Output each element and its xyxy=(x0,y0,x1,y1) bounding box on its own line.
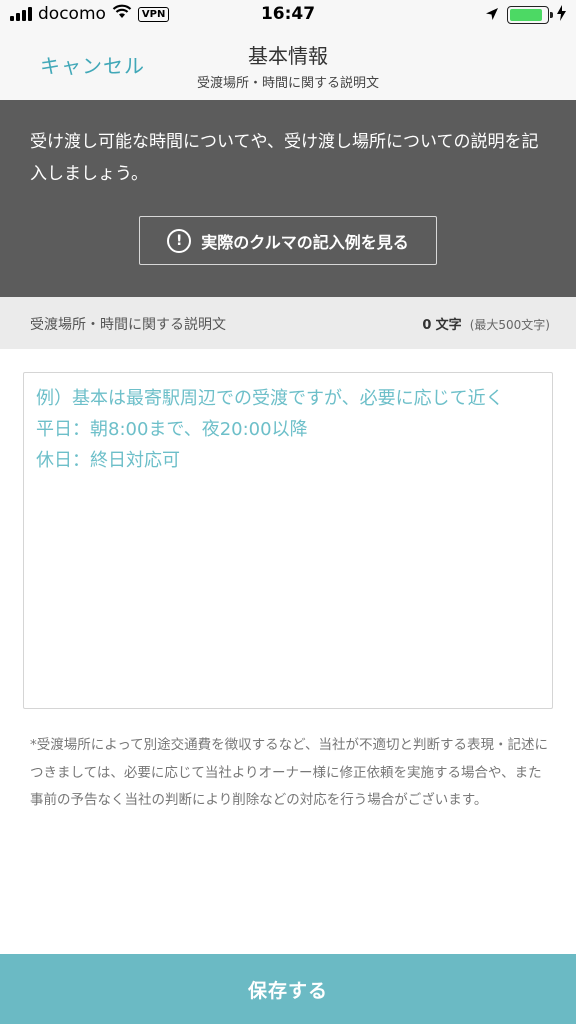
charging-icon xyxy=(557,5,566,25)
placeholder-line: 休日：終日対応可 xyxy=(36,450,180,471)
textarea-placeholder: 例）基本は最寄駅周辺での受渡ですが、必要に応じて近く 平日：朝8:00まで、夜2… xyxy=(36,383,552,476)
section-label: 受渡場所・時間に関する説明文 xyxy=(30,317,226,333)
info-banner: 受け渡し可能な時間についてや、受け渡し場所についての説明を記入しましょう。 ! … xyxy=(0,100,576,297)
screen: docomo VPN 16:47 キャンセル 基本情報 受渡場所・時間に関する説… xyxy=(0,0,576,1024)
view-example-button[interactable]: ! 実際のクルマの記入例を見る xyxy=(139,216,437,265)
nav-bar: キャンセル 基本情報 受渡場所・時間に関する説明文 xyxy=(0,30,576,100)
status-bar: docomo VPN 16:47 xyxy=(0,0,576,30)
char-count-value: 0 xyxy=(422,318,432,333)
section-header: 受渡場所・時間に関する説明文 0 文字 (最大500文字) xyxy=(0,297,576,349)
status-right xyxy=(485,5,566,25)
page-subtitle: 受渡場所・時間に関する説明文 xyxy=(196,76,379,91)
char-count-max: (最大500文字) xyxy=(469,318,550,332)
info-icon: ! xyxy=(167,228,192,253)
char-count-unit: 文字 xyxy=(435,318,462,333)
description-textarea[interactable]: 例）基本は最寄駅周辺での受渡ですが、必要に応じて近く 平日：朝8:00まで、夜2… xyxy=(23,372,553,709)
page-title: 基本情報 xyxy=(248,44,328,68)
view-example-label: 実際のクルマの記入例を見る xyxy=(201,232,409,252)
char-count: 0 文字 (最大500文字) xyxy=(422,314,550,333)
placeholder-line: 例）基本は最寄駅周辺での受渡ですが、必要に応じて近く xyxy=(36,388,504,409)
banner-text: 受け渡し可能な時間についてや、受け渡し場所についての説明を記入しましょう。 xyxy=(30,132,539,184)
battery-icon xyxy=(507,6,553,24)
location-arrow-icon xyxy=(485,6,499,25)
save-button[interactable]: 保存する xyxy=(0,954,576,1024)
placeholder-line: 平日：朝8:00まで、夜20:00以降 xyxy=(36,419,308,440)
policy-notice: *受渡場所によって別途交通費を徴収するなど、当社が不適切と判断する表現・記述につ… xyxy=(30,737,548,808)
